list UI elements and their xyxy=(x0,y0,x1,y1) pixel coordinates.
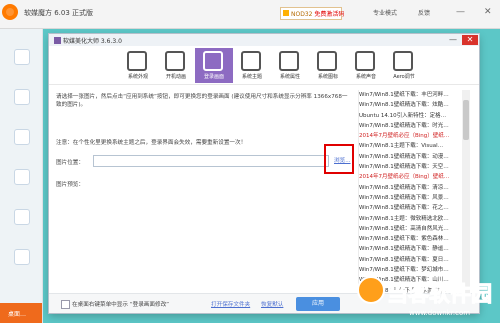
note-text: 注意：在个性化里更换系统主题之后，登录界面会失效，需要重新设置一次！ xyxy=(56,140,247,146)
dialog-title: 软媒美化大师 3.6.3.0 xyxy=(63,38,122,45)
beautify-master-dialog: 软媒美化大师 3.6.3.0 — ✕ 系统外观 开机动画 登录画面 系统主题 系… xyxy=(49,34,479,313)
news-item[interactable]: Win7/Win8.1壁纸精选下载：动漫… xyxy=(359,152,470,162)
news-item[interactable]: Win7/Win8.1壁纸精选下载：时光… xyxy=(359,121,470,131)
news-item[interactable]: Win7/Win8.1壁纸精选下载：花之… xyxy=(359,203,470,213)
image-location-input[interactable] xyxy=(93,155,329,167)
news-item[interactable]: 2014年7月壁纸必应（Bing）壁纸… xyxy=(359,131,470,141)
news-item[interactable]: Win7/Win8.1壁纸精选下载：静谧… xyxy=(359,244,470,254)
dialog-toolbar: 系统外观 开机动画 登录画面 系统主题 系统属性 系统图标 系统声音 Aero调… xyxy=(49,46,479,85)
paintbrush-icon xyxy=(127,51,147,71)
sidebar-item[interactable] xyxy=(6,127,36,155)
context-menu-checkbox[interactable] xyxy=(61,300,70,309)
ad-highlight: 免费激活码 xyxy=(314,11,345,18)
bottom-tab-label: 桌面… xyxy=(8,311,27,318)
monitor-icon xyxy=(279,51,299,71)
sidebar-item[interactable] xyxy=(6,167,36,195)
login-screen-panel: 请选择一张图片，然后点击“应用到系统”按钮，即可更换您的登录画面 (建议使用尺寸… xyxy=(56,92,354,302)
news-item[interactable]: Win7/Win8.1壁纸精选下载：风景… xyxy=(359,193,470,203)
tab-system-sound[interactable]: 系统声音 xyxy=(347,48,385,83)
background-bottom-tab[interactable]: 桌面… xyxy=(0,303,42,323)
watermark-logo-icon xyxy=(357,276,385,304)
tab-aero-adjust[interactable]: Aero调节 xyxy=(385,48,423,83)
apply-button[interactable]: 应用 xyxy=(296,297,340,311)
news-item[interactable]: Win7/Win8.1壁纸精选下载：炫酷… xyxy=(359,100,470,110)
browse-highlight-box: 浏览... xyxy=(324,144,354,174)
news-item[interactable]: Win7/Win8.1壁纸精选下载：天空… xyxy=(359,162,470,172)
boot-icon xyxy=(165,51,185,71)
ad-banner[interactable]: NOD32 免费激活码 xyxy=(280,7,344,20)
sidebar-item[interactable] xyxy=(6,47,36,75)
menu-feedback[interactable]: 反馈 xyxy=(418,8,430,17)
instructions-text: 请选择一张图片，然后点击“应用到系统”按钮，即可更换您的登录画面 (建议使用尺寸… xyxy=(56,94,348,108)
news-item[interactable]: 2014年7月壁纸必应（Bing）壁纸… xyxy=(359,172,470,182)
star-icon xyxy=(317,51,337,71)
aero-icon xyxy=(393,51,413,71)
login-screen-icon xyxy=(203,51,223,71)
app-icon xyxy=(54,37,61,44)
tab-login-screen[interactable]: 登录画面 xyxy=(195,48,233,83)
speaker-icon xyxy=(355,51,375,71)
background-sidebar xyxy=(0,29,43,323)
tab-system-icons[interactable]: 系统图标 xyxy=(309,48,347,83)
browse-button[interactable]: 浏览... xyxy=(334,156,351,164)
tab-system-properties[interactable]: 系统属性 xyxy=(271,48,309,83)
news-item[interactable]: Win7/Win8.1壁纸下载：丰巴河畔… xyxy=(359,90,470,100)
background-app-title: 软媒魔方 6.03 正式版 xyxy=(24,9,94,17)
ad-prefix: NOD32 xyxy=(291,11,313,18)
app-logo-icon xyxy=(2,4,18,20)
minimize-icon[interactable]: — xyxy=(445,35,461,45)
background-minimize-icon[interactable]: — xyxy=(456,7,465,17)
ad-text: NOD32 免费激活码 xyxy=(291,9,344,18)
restore-default-link[interactable]: 恢复默认 xyxy=(261,300,283,308)
sidebar-item[interactable] xyxy=(6,207,36,235)
sidebar-icon xyxy=(14,169,30,185)
site-watermark: 当客软件园 www.downkr.com xyxy=(357,276,500,323)
close-icon[interactable]: ✕ xyxy=(462,35,478,45)
open-folder-link[interactable]: 打开保存文件夹 xyxy=(211,300,250,308)
sidebar-icon xyxy=(14,49,30,65)
sidebar-icon xyxy=(14,249,30,265)
background-app-titlebar: 软媒魔方 6.03 正式版 NOD32 免费激活码 专业模式 反馈 — ✕ xyxy=(0,0,500,29)
news-item[interactable]: Win7/Win8.1主题下载：Visual… xyxy=(359,141,470,151)
tab-system-appearance[interactable]: 系统外观 xyxy=(119,48,157,83)
sidebar-icon xyxy=(14,89,30,105)
scrollbar-thumb[interactable] xyxy=(463,100,469,140)
news-item[interactable]: Win7/Win8.1壁纸下载：紫色森林… xyxy=(359,234,470,244)
tab-label: Aero调节 xyxy=(393,74,415,80)
menu-pro-mode[interactable]: 专业模式 xyxy=(373,8,397,17)
image-location-label: 图片位置： xyxy=(56,160,84,166)
dialog-titlebar: 软媒美化大师 3.6.3.0 — ✕ xyxy=(49,34,479,46)
watermark-brand: 当客软件园 xyxy=(387,282,493,307)
news-item[interactable]: Ubuntu 14.10引入新特性：定格… xyxy=(359,111,470,121)
nod32-icon xyxy=(283,10,289,16)
tab-system-theme[interactable]: 系统主题 xyxy=(233,48,271,83)
image-preview-label: 图片预览： xyxy=(56,182,84,188)
sidebar-item[interactable] xyxy=(6,247,36,275)
context-menu-checkbox-label: 在桌面右键菜单中显示 “登录画面修改” xyxy=(72,302,170,308)
theme-icon xyxy=(241,51,261,71)
news-item[interactable]: Win7/Win8.1壁纸下载：梦幻城市… xyxy=(359,265,470,275)
tab-boot-animation[interactable]: 开机动画 xyxy=(157,48,195,83)
sidebar-item[interactable] xyxy=(6,87,36,115)
sidebar-icon xyxy=(14,209,30,225)
news-list: Win7/Win8.1壁纸下载：丰巴河畔… Win7/Win8.1壁纸精选下载：炫… xyxy=(358,90,470,293)
news-scrollbar[interactable] xyxy=(462,90,470,293)
news-item[interactable]: Win7/Win8.1壁纸精选下载：清凉… xyxy=(359,183,470,193)
sidebar-icon xyxy=(14,129,30,145)
news-item[interactable]: Win7/Win8.1壁纸精选下载：夏日… xyxy=(359,255,470,265)
news-items: Win7/Win8.1壁纸下载：丰巴河畔… Win7/Win8.1壁纸精选下载：炫… xyxy=(359,90,470,293)
news-item[interactable]: Win7/Win8.1壁纸：高清自然风光… xyxy=(359,224,470,234)
background-close-icon[interactable]: ✕ xyxy=(484,7,492,17)
news-item[interactable]: Win7/Win8.1主题：微软精选北欧… xyxy=(359,214,470,224)
watermark-url: www.downkr.com xyxy=(409,309,471,317)
